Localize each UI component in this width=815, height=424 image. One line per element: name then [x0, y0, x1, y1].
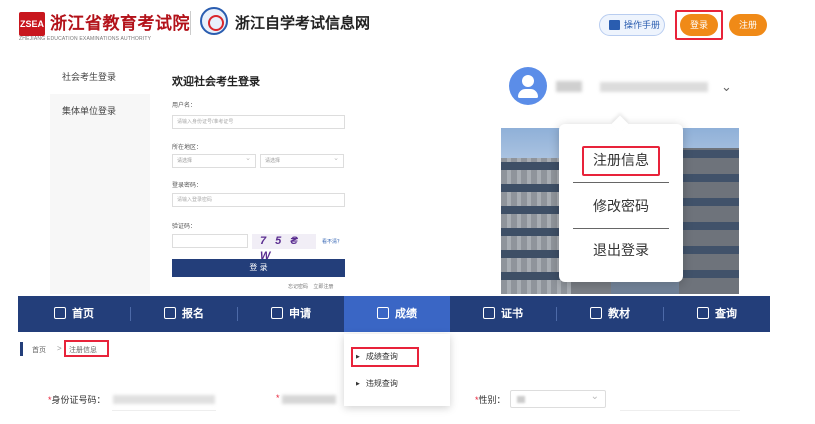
score-query-highlight-box — [351, 347, 419, 367]
tab-individual-login[interactable]: 社会考生登录 — [50, 60, 150, 94]
gender-value-redacted — [517, 396, 525, 403]
chevron-down-icon: ⌄ — [590, 391, 599, 402]
region-label: 所在地区： — [172, 145, 203, 151]
name-required-mark: * — [276, 393, 280, 403]
user-id-redacted — [600, 82, 708, 92]
breadcrumb-marker — [20, 342, 23, 356]
report-icon — [377, 307, 389, 319]
manual-button[interactable]: 操作手册 — [599, 14, 665, 36]
login-submit-button[interactable]: 登 录 — [172, 259, 345, 277]
captcha-input[interactable] — [172, 234, 248, 248]
password-label: 登录密码： — [172, 183, 203, 189]
site-header: ZSEA 浙江省教育考试院 ZHEJIANG EDUCATION EXAMINA… — [0, 0, 815, 46]
user-avatar[interactable] — [509, 67, 547, 105]
password-input[interactable]: 请输入登录密码 — [172, 193, 345, 207]
breadcrumb-highlight-box — [64, 340, 109, 357]
nav-item-certificate[interactable]: 证书 — [450, 296, 556, 332]
captcha-label: 验证码： — [172, 224, 197, 230]
username-input[interactable]: 请输入身份证号/准考证号 — [172, 115, 345, 129]
self-study-seal-icon — [200, 7, 228, 35]
edit-icon — [271, 307, 283, 319]
exam-authority-logo: ZSEA — [19, 12, 45, 36]
captcha-refresh-link[interactable]: 看不清？ — [322, 238, 342, 245]
book-icon — [590, 307, 602, 319]
register-button[interactable]: 注册 — [729, 14, 767, 36]
region-select-province[interactable]: 请选择 — [172, 153, 256, 168]
username-redacted — [556, 81, 582, 92]
gender-select[interactable]: ⌄ — [510, 390, 606, 408]
nav-item-home[interactable]: 首页 — [18, 296, 130, 332]
menu-divider — [573, 182, 669, 183]
nav-item-query[interactable]: 查询 — [664, 296, 770, 332]
page: ZSEA 浙江省教育考试院 ZHEJIANG EDUCATION EXAMINA… — [0, 0, 815, 424]
captcha-image[interactable]: 7 5 ₴ W — [252, 234, 316, 262]
tab-group-login[interactable]: 集体单位登录 — [50, 94, 150, 128]
user-add-icon — [164, 307, 176, 319]
id-number-redacted — [113, 395, 215, 404]
scores-submenu: ▶ 成绩查询 ▶ 违规查询 — [344, 334, 450, 406]
breadcrumb-home[interactable]: 首页 — [32, 345, 46, 355]
submenu-item-violation-query[interactable]: ▶ 违规查询 — [356, 375, 446, 393]
gender-label: *性别： — [475, 395, 506, 405]
username-label: 用户名： — [172, 103, 197, 109]
menu-item-change-password[interactable]: 修改密码 — [573, 186, 669, 226]
menu-divider — [573, 228, 669, 229]
id-number-label: *身份证号码： — [48, 395, 106, 405]
nav-item-scores[interactable]: 成绩 — [344, 296, 450, 332]
logo-subtitle: ZHEJIANG EDUCATION EXAMINATIONS AUTHORIT… — [19, 36, 152, 42]
nav-item-apply[interactable]: 申请 — [238, 296, 344, 332]
user-dropdown-menu: 注册信息 修改密码 退出登录 — [559, 124, 683, 282]
login-form: 欢迎社会考生登录 用户名： 请输入身份证号/准考证号 所在地区： 请选择 请选择… — [160, 60, 360, 294]
main-nav-bar: 首页 报名 申请 成绩 证书 教材 查询 — [18, 296, 770, 332]
login-type-tabs: 社会考生登录 集体单位登录 — [50, 60, 150, 294]
nav-item-textbook[interactable]: 教材 — [557, 296, 663, 332]
breadcrumb-separator: > — [57, 344, 62, 353]
logo-title: 浙江省教育考试院 — [50, 14, 190, 34]
registration-info-highlight-box — [582, 146, 660, 176]
certificate-icon — [483, 307, 495, 319]
form-links[interactable]: 忘记密码 立即注册 — [288, 283, 333, 290]
search-user-icon — [697, 307, 709, 319]
triangle-right-icon: ▶ — [356, 381, 360, 387]
document-icon — [609, 20, 620, 30]
site-title: 浙江自学考试信息网 — [235, 14, 371, 32]
menu-item-logout[interactable]: 退出登录 — [573, 230, 669, 270]
login-form-title: 欢迎社会考生登录 — [172, 76, 260, 88]
logo-divider — [190, 11, 191, 35]
nav-item-enroll[interactable]: 报名 — [131, 296, 237, 332]
manual-button-label: 操作手册 — [624, 20, 661, 30]
login-highlight-box — [675, 10, 723, 40]
home-icon — [54, 307, 66, 319]
region-select-city[interactable]: 请选择 — [260, 153, 344, 168]
name-redacted — [282, 395, 336, 404]
chevron-down-icon[interactable]: ⌄ — [721, 79, 732, 95]
